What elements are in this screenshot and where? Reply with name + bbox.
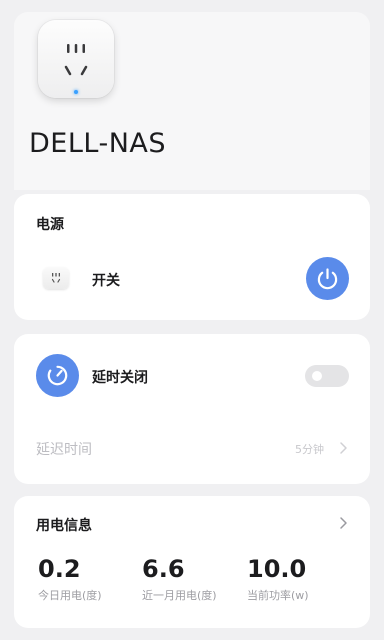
- power-icon: [317, 268, 338, 290]
- delay-time-label: 延迟时间: [36, 442, 92, 458]
- delay-time-row[interactable]: 延迟时间 5分钟: [14, 430, 370, 464]
- timer-icon: [36, 354, 79, 397]
- plug-icon: [43, 267, 69, 289]
- timer-card: 延时关闭 延迟时间 5分钟: [14, 334, 370, 484]
- timer-label: 延时关闭: [92, 370, 148, 386]
- power-usage-card: 用电信息 0.2 今日用电(度) 6.6 近一月用电(度) 10.0 当前功率(…: [14, 496, 370, 628]
- power-usage-title: 用电信息: [36, 518, 92, 534]
- stat-month: 6.6 近一月用电(度): [142, 555, 217, 603]
- status-led: [74, 90, 78, 94]
- switch-label: 开关: [92, 273, 120, 289]
- stat-value: 10.0: [247, 555, 307, 583]
- toggle-knob: [312, 371, 322, 381]
- device-name: DELL-NAS: [29, 128, 167, 159]
- power-usage-header[interactable]: 用电信息: [14, 496, 370, 546]
- stat-today: 0.2 今日用电(度): [38, 555, 102, 603]
- stat-value: 0.2: [38, 555, 81, 583]
- stat-label: 今日用电(度): [38, 589, 102, 602]
- stat-label: 当前功率(w): [247, 589, 309, 602]
- delayed-off-toggle[interactable]: [305, 365, 349, 387]
- power-toggle-button[interactable]: [306, 257, 349, 300]
- chevron-right-icon: [340, 442, 347, 454]
- socket-icon: [64, 44, 88, 76]
- stat-value: 6.6: [142, 555, 185, 583]
- stat-current-power: 10.0 当前功率(w): [247, 555, 309, 603]
- stat-label: 近一月用电(度): [142, 589, 217, 602]
- device-image: [38, 20, 114, 98]
- power-card: 电源 开关: [14, 194, 370, 320]
- power-section-title: 电源: [36, 217, 64, 233]
- chevron-right-icon: [340, 517, 347, 529]
- delay-time-value: 5分钟: [295, 443, 324, 456]
- device-header: DELL-NAS: [14, 12, 370, 190]
